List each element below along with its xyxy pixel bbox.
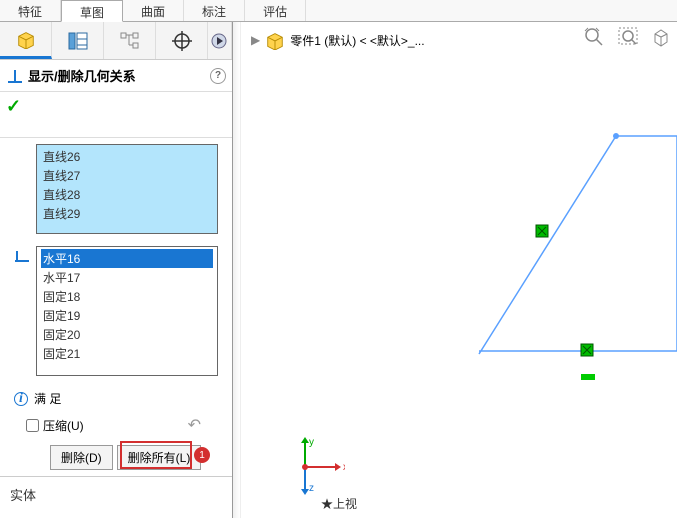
panel-tabs [0,22,232,60]
suppress-checkbox[interactable] [26,419,39,432]
list-item[interactable]: 直线28 [41,185,213,204]
delete-button[interactable]: 删除(D) [50,445,113,470]
panel-title: 显示/删除几何关系 [28,66,136,85]
panel-tab-property[interactable] [52,22,104,59]
chevron-right-icon [211,32,229,50]
status-label: 满 足 [34,390,61,407]
annotation-badge: 1 [194,447,210,463]
list-item[interactable]: 直线26 [41,147,213,166]
tab-sketch[interactable]: 草图 [61,0,123,22]
panel-tab-overflow[interactable] [208,22,232,59]
undo-icon[interactable]: ↶ [188,415,201,435]
list-item[interactable]: 水平16 [41,249,213,268]
info-icon: i [14,392,28,406]
tab-surface[interactable]: 曲面 [123,0,184,21]
list-item[interactable]: 直线27 [41,166,213,185]
tree-icon [119,31,141,51]
cube-icon [15,29,37,49]
crosshair-icon [171,31,193,51]
perpendicular-icon [6,68,24,84]
tab-feature[interactable]: 特征 [0,0,61,21]
svg-text:z: z [309,483,314,494]
property-icon [67,31,89,51]
list-item[interactable]: 固定19 [41,306,213,325]
list-item[interactable]: 固定21 [41,344,213,363]
entities-listbox[interactable]: 直线26 直线27 直线28 直线29 [36,144,218,234]
top-tabs: 特征 草图 曲面 标注 评估 [0,0,677,22]
ok-check-icon[interactable]: ✓ [6,96,21,116]
list-item[interactable]: 固定20 [41,325,213,344]
relations-listbox[interactable]: 水平16 水平17 固定18 固定19 固定20 固定21 [36,246,218,376]
graphics-viewport[interactable]: ▶ 零件1 (默认) < <默认>_... [233,22,677,518]
panel-tab-feature[interactable] [0,22,52,59]
property-panel: 显示/删除几何关系 ? ✓ 直线26 直线27 直线28 直线29 水平16 水… [0,22,233,518]
list-item[interactable]: 固定18 [41,287,213,306]
panel-tab-target[interactable] [156,22,208,59]
tab-annotation[interactable]: 标注 [184,0,245,21]
delete-all-button[interactable]: 删除所有(L) [117,445,202,470]
help-icon[interactable]: ? [210,68,226,84]
tab-evaluate[interactable]: 评估 [245,0,306,21]
entities-section-label: 实体 [0,477,232,512]
svg-text:y: y [309,437,314,448]
horizontal-icon [14,249,30,263]
suppress-label: 压缩(U) [43,417,84,434]
coordinate-triad: x y z [285,437,345,500]
svg-text:x: x [343,462,345,473]
panel-tab-tree[interactable] [104,22,156,59]
view-label: ★上视 [321,495,357,512]
list-item[interactable]: 水平17 [41,268,213,287]
list-item[interactable]: 直线29 [41,204,213,223]
